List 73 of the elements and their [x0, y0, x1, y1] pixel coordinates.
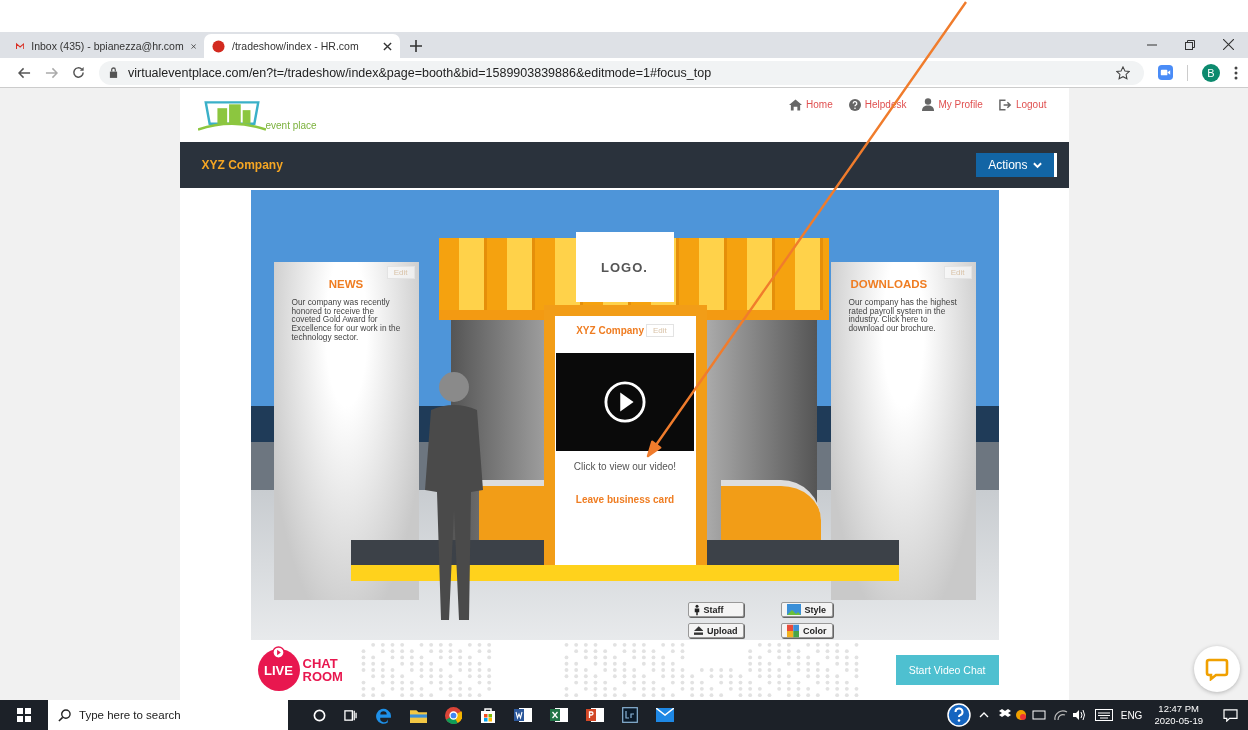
edit-tool-button[interactable]: Upload [687, 623, 744, 638]
booth-title: XYZ Company [201, 158, 283, 172]
notification-icon[interactable] [1223, 708, 1238, 722]
company-name: XYZ Company [576, 325, 644, 336]
video-player[interactable] [556, 353, 694, 451]
play-icon[interactable] [604, 381, 646, 423]
edge-browser-icon[interactable] [375, 706, 392, 724]
play-icon [271, 646, 285, 659]
language-indicator[interactable]: ENG [1120, 709, 1143, 721]
logo-sign: LOGO. [575, 232, 674, 302]
search-icon [58, 708, 71, 722]
live-badge[interactable]: LIVE [257, 649, 300, 691]
user-icon [922, 98, 935, 111]
new-tab-icon[interactable] [410, 40, 422, 52]
restore-icon[interactable] [1185, 40, 1195, 50]
site-favicon-icon [212, 39, 225, 53]
image-icon [786, 604, 801, 615]
room-label: ROOM [302, 670, 343, 683]
windows-start-icon[interactable] [17, 708, 31, 722]
lock-icon [109, 67, 118, 78]
video-camera-icon[interactable] [1158, 65, 1173, 80]
panel-title: DOWNLOADS [849, 278, 929, 290]
powerpoint-icon[interactable] [586, 707, 604, 723]
help-icon[interactable] [946, 703, 971, 727]
logout-icon [998, 98, 1012, 111]
lightroom-icon[interactable] [622, 707, 638, 723]
tab-title: /tradeshow/index - HR.com [232, 40, 360, 52]
close-icon[interactable] [383, 41, 392, 51]
edit-tool-button[interactable]: Color [780, 623, 833, 638]
clock-time: 12:47 PM [1158, 703, 1200, 715]
chrome-icon[interactable] [445, 706, 462, 724]
clock-date: 2020-05-19 [1154, 715, 1203, 727]
task-view-icon[interactable] [344, 708, 357, 722]
keyboard-icon[interactable] [1094, 709, 1113, 721]
upload-icon [693, 625, 703, 636]
tab-title: Inbox (435) - bpianezza@hr.com [31, 40, 184, 52]
taskbar-search-field[interactable]: Type here to search [48, 700, 288, 730]
mail-icon [16, 40, 25, 52]
chevron-down-icon [1032, 161, 1042, 169]
nav-link[interactable]: Home [789, 98, 833, 111]
reload-icon[interactable] [72, 66, 85, 79]
home-icon [789, 98, 803, 111]
actions-button[interactable]: Actions [976, 153, 1057, 177]
nav-link[interactable]: Logout [998, 98, 1047, 111]
chevron-up-icon[interactable] [978, 712, 989, 718]
profile-avatar[interactable]: B [1202, 63, 1220, 82]
video-caption: Click to view our video! [573, 461, 677, 472]
panel-text[interactable]: Our company has the highest rated payroll system in the industry. Click here to download our brochure. [848, 298, 962, 333]
address-field[interactable]: virtualeventplace.com/en?t=/tradeshow/index&page=booth&bid=1589903839886&editmode=1#focus_top [99, 60, 1144, 85]
close-icon[interactable] [1223, 39, 1234, 50]
clock[interactable]: 12:47 PM 2020-05-19 [1154, 703, 1203, 727]
chat-icon [1205, 657, 1229, 681]
help-icon [848, 98, 861, 111]
mail-icon[interactable] [656, 708, 674, 722]
panel-title: NEWS [327, 278, 365, 290]
more-icon[interactable] [1234, 65, 1238, 80]
cortana-icon[interactable] [313, 708, 326, 722]
word-icon[interactable] [514, 707, 532, 723]
browser-tab[interactable]: Inbox (435) - bpianezza@hr.com [8, 34, 204, 58]
person-icon [693, 603, 700, 616]
chat-label: CHAT [302, 657, 339, 670]
building-logo-icon [197, 98, 266, 132]
excel-icon[interactable] [550, 707, 568, 723]
back-icon[interactable] [18, 66, 31, 79]
edit-tool-button[interactable]: Style [780, 602, 833, 617]
color-palette-icon [786, 623, 799, 638]
panel-text: Our company was recently honored to receive the coveted Gold Award for Excellence for our work in the technology sector. [291, 298, 402, 342]
star-icon[interactable] [1116, 65, 1130, 80]
edit-tool-button[interactable]: Staff [687, 602, 744, 617]
store-bag-icon[interactable] [480, 707, 496, 723]
nav-link[interactable]: My Profile [922, 98, 983, 111]
browser-tab[interactable]: /tradeshow/index - HR.com [204, 34, 400, 58]
folder-icon[interactable] [410, 707, 427, 723]
